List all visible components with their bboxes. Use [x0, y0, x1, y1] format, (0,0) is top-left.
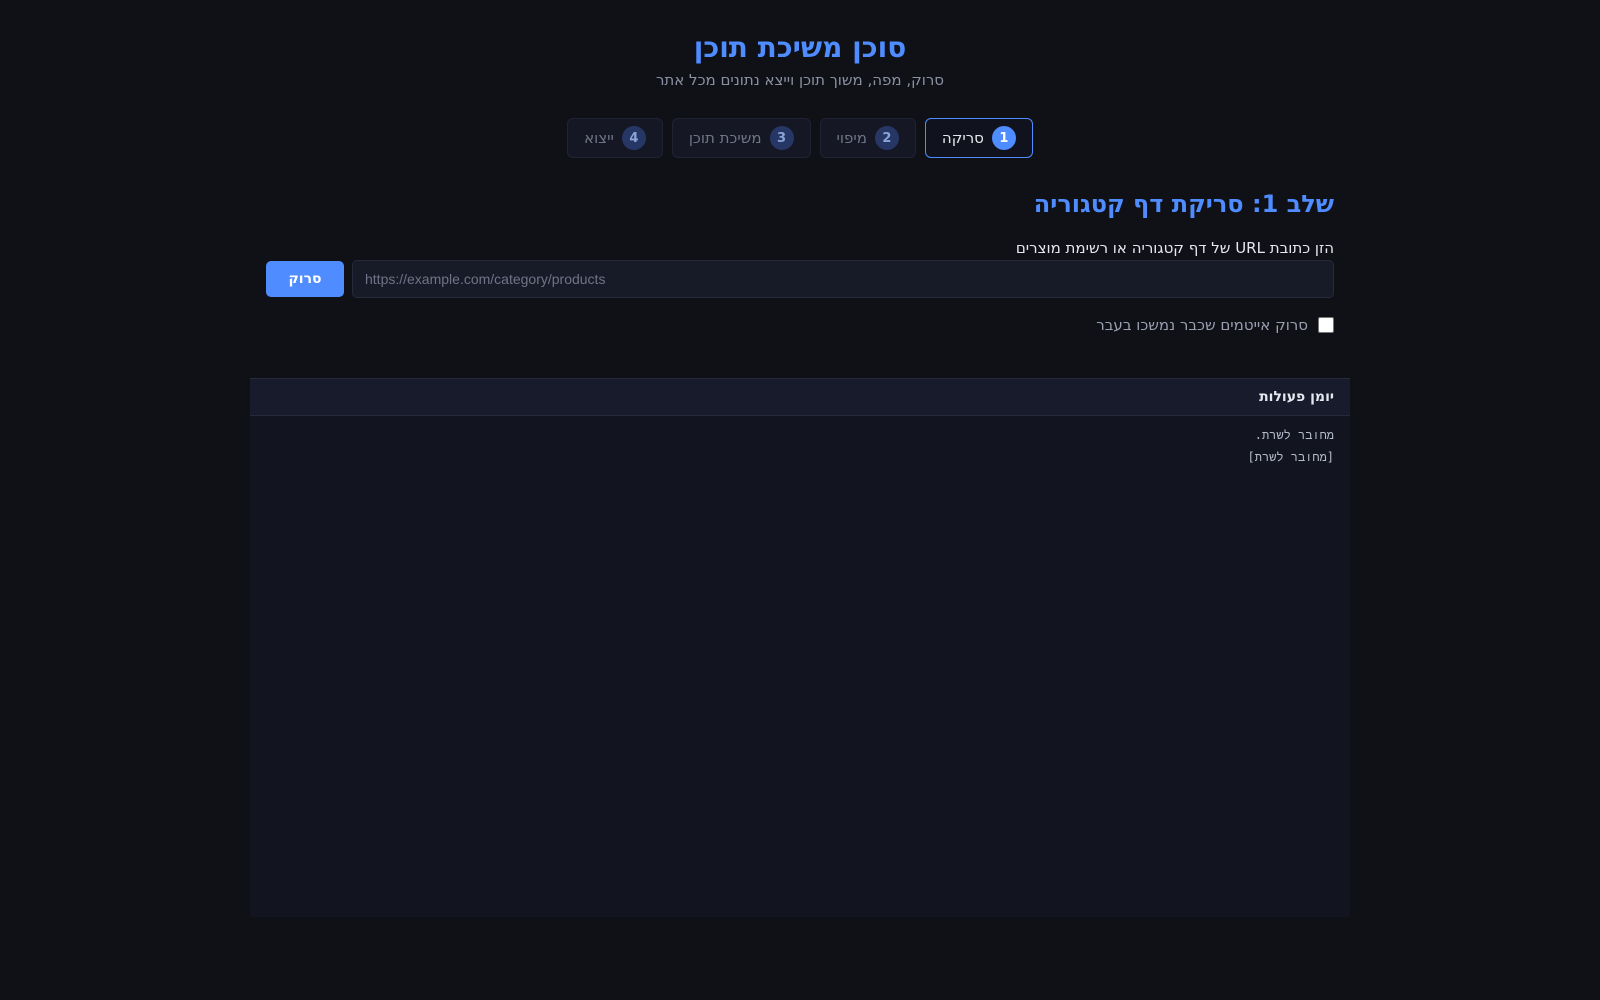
scan-button[interactable]: סרוק: [266, 261, 344, 297]
step-number: 2: [874, 126, 899, 150]
url-input[interactable]: [352, 260, 1334, 298]
log-header: יומן פעולות: [250, 378, 1350, 416]
step-number: 3: [769, 126, 794, 150]
url-row: סרוק: [266, 260, 1334, 298]
rescan-checkbox[interactable]: [1318, 317, 1334, 333]
log-line: [מחובר לשרת]: [1247, 450, 1334, 464]
url-label: הזן כתובת URL של דף קטגוריה או רשימת מוצ…: [1015, 239, 1334, 257]
app-page: סוכן משיכת תוכן סרוק, מפה, משוך תוכן ויי…: [0, 0, 1600, 1000]
step-tab-export[interactable]: 4 ייצוא: [567, 118, 663, 158]
log-body[interactable]: מחובר לשרת. [מחובר לשרת]: [250, 416, 1350, 476]
log-line: מחובר לשרת.: [1254, 428, 1334, 442]
app-header: סוכן משיכת תוכן סרוק, מפה, משוך תוכן ויי…: [0, 28, 1600, 90]
section-title: שלב 1: סריקת דף קטגוריה: [1033, 190, 1334, 218]
step-label: ייצוא: [584, 129, 614, 147]
rescan-option[interactable]: סרוק אייטמים שכבר נמשכו בעבר: [266, 316, 1334, 334]
steps-nav: 1 סריקה 2 מיפוי 3 משיכת תוכן 4 ייצוא: [0, 118, 1600, 158]
step-label: מיפוי: [836, 129, 867, 147]
step-tab-mapping[interactable]: 2 מיפוי: [819, 118, 916, 158]
rescan-label: סרוק אייטמים שכבר נמשכו בעבר: [1096, 316, 1308, 334]
step-label: משיכת תוכן: [688, 129, 762, 147]
scan-section: שלב 1: סריקת דף קטגוריה הזן כתובת URL של…: [266, 186, 1334, 334]
step-number: 1: [991, 126, 1016, 150]
app-title: סוכן משיכת תוכן: [693, 31, 907, 64]
step-tab-extract[interactable]: 3 משיכת תוכן: [671, 118, 811, 158]
app-subtitle: סרוק, מפה, משוך תוכן וייצא נתונים מכל את…: [655, 71, 945, 89]
step-label: סריקה: [941, 129, 984, 147]
activity-log-panel: יומן פעולות מחובר לשרת. [מחובר לשרת]: [250, 378, 1350, 917]
step-number: 4: [621, 126, 646, 150]
step-tab-scan[interactable]: 1 סריקה: [924, 118, 1033, 158]
